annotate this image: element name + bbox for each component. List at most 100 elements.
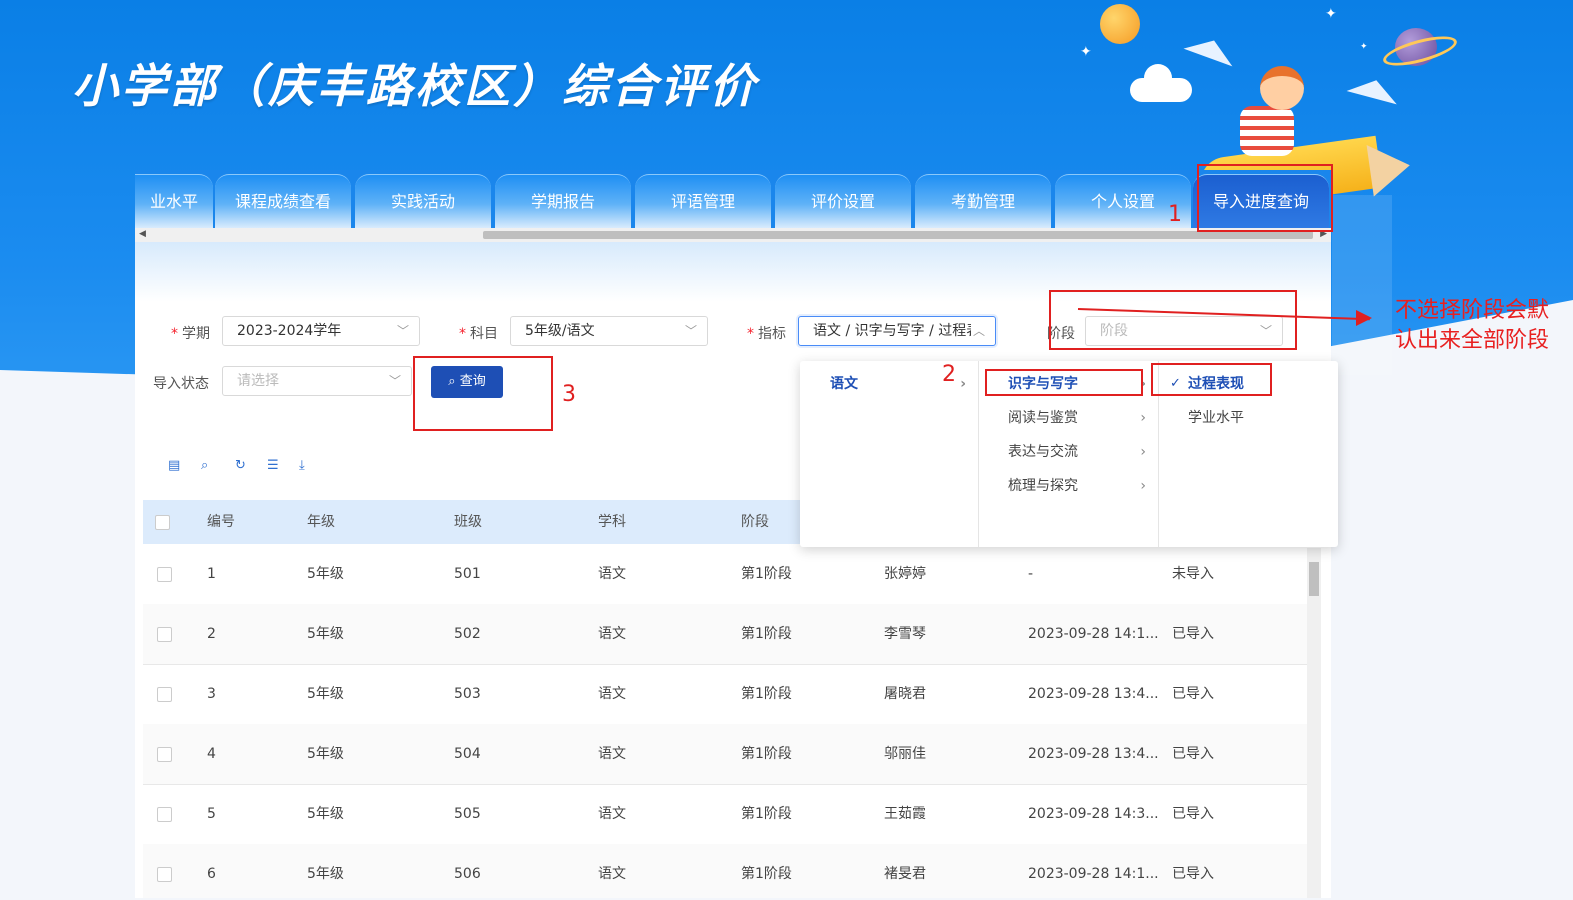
- cell-id: 4: [207, 746, 216, 762]
- filter-sliders-icon[interactable]: ☰: [267, 458, 279, 473]
- cell-grade: 5年级: [307, 686, 344, 702]
- tab-term-report[interactable]: 学期报告: [495, 174, 631, 228]
- row-checkbox[interactable]: [157, 867, 172, 882]
- term-label: * 学期: [171, 326, 210, 342]
- cell-stage: 第1阶段: [741, 626, 792, 642]
- scrollbar-thumb[interactable]: [483, 231, 1313, 239]
- cell-subject: 语文: [598, 626, 626, 642]
- cell-class: 506: [454, 866, 481, 882]
- chevron-right-icon: ›: [1140, 410, 1146, 426]
- tab-eval-settings[interactable]: 评价设置: [775, 174, 911, 228]
- cell-id: 1: [207, 566, 216, 582]
- th-class: 班级: [454, 514, 482, 530]
- cell-teacher: 王茹霞: [884, 806, 926, 822]
- cell-status: 已导入: [1172, 746, 1214, 762]
- cell-time: 2023-09-28 14:1...: [1028, 866, 1159, 882]
- annotation-number-1: 1: [1168, 202, 1182, 227]
- table-row[interactable]: 3 5年级 503 语文 第1阶段 屠晓君 2023-09-28 13:4...…: [143, 664, 1307, 725]
- row-checkbox[interactable]: [157, 747, 172, 762]
- cell-class: 503: [454, 686, 481, 702]
- cascader-option[interactable]: 梳理与探究 ›: [978, 469, 1158, 503]
- term-select[interactable]: 2023-2024学年 ﹀: [222, 316, 420, 346]
- scrollbar-thumb[interactable]: [1309, 562, 1319, 596]
- star-icon: ✦: [1325, 6, 1337, 22]
- cell-grade: 5年级: [307, 746, 344, 762]
- cell-status: 未导入: [1172, 566, 1214, 582]
- cell-time: 2023-09-28 14:3...: [1028, 806, 1159, 822]
- scroll-left-icon[interactable]: ◀: [139, 229, 146, 239]
- subject-select[interactable]: 5年级/语文 ﹀: [510, 316, 708, 346]
- import-status-select[interactable]: 请选择 ﹀: [222, 366, 412, 396]
- annotation-box-2: [985, 369, 1143, 396]
- cascader-option[interactable]: 学业水平: [1158, 401, 1338, 435]
- tab-bar: 业水平 课程成绩查看 实践活动 学期报告 评语管理 评价设置 考勤管理 个人设置…: [135, 170, 1331, 228]
- cell-teacher: 褚旻君: [884, 866, 926, 882]
- cell-status: 已导入: [1172, 806, 1214, 822]
- cascader-column-subject: 语文 ›: [800, 361, 979, 547]
- annotation-box-1: [1197, 164, 1333, 232]
- cascader-option[interactable]: 表达与交流 ›: [978, 435, 1158, 469]
- download-icon[interactable]: ⤓: [299, 458, 305, 473]
- indicator-select[interactable]: 语文 / 识字与写字 / 过程表 ︿: [798, 316, 996, 346]
- select-all-checkbox[interactable]: [155, 515, 170, 530]
- row-checkbox[interactable]: [157, 807, 172, 822]
- cell-time: 2023-09-28 13:4...: [1028, 686, 1159, 702]
- chevron-right-icon: ›: [1140, 478, 1146, 494]
- tab-comments[interactable]: 评语管理: [635, 174, 771, 228]
- cell-stage: 第1阶段: [741, 566, 792, 582]
- cascader-option[interactable]: 阅读与鉴赏 ›: [978, 401, 1158, 435]
- cell-class: 504: [454, 746, 481, 762]
- cell-status: 已导入: [1172, 866, 1214, 882]
- cell-grade: 5年级: [307, 866, 344, 882]
- tab-attendance[interactable]: 考勤管理: [915, 174, 1051, 228]
- tab-academic-level[interactable]: 业水平: [135, 174, 213, 228]
- cell-status: 已导入: [1172, 686, 1214, 702]
- table-row[interactable]: 5 5年级 505 语文 第1阶段 王茹霞 2023-09-28 14:3...…: [143, 784, 1307, 845]
- subject-label: * 科目: [459, 326, 498, 342]
- indicator-label: * 指标: [747, 326, 786, 342]
- annotation-box-check: [1151, 363, 1272, 396]
- table-row[interactable]: 1 5年级 501 语文 第1阶段 张婷婷 - 未导入: [143, 544, 1307, 605]
- table-row[interactable]: 2 5年级 502 语文 第1阶段 李雪琴 2023-09-28 14:1...…: [143, 604, 1307, 665]
- side-shade: [1332, 195, 1392, 375]
- star-icon: ✦: [1360, 42, 1368, 52]
- refresh-icon[interactable]: ↻: [235, 458, 246, 473]
- cell-id: 6: [207, 866, 216, 882]
- th-grade: 年级: [307, 514, 335, 530]
- cell-subject: 语文: [598, 746, 626, 762]
- cell-teacher: 张婷婷: [884, 566, 926, 582]
- cell-class: 501: [454, 566, 481, 582]
- column-settings-icon[interactable]: ▤: [168, 458, 180, 473]
- cell-grade: 5年级: [307, 806, 344, 822]
- table-row[interactable]: 4 5年级 504 语文 第1阶段 邬丽佳 2023-09-28 13:4...…: [143, 724, 1307, 785]
- cell-time: -: [1028, 566, 1034, 582]
- tab-course-scores[interactable]: 课程成绩查看: [215, 174, 351, 228]
- cell-stage: 第1阶段: [741, 746, 792, 762]
- chevron-down-icon: ﹀: [388, 374, 401, 388]
- cell-time: 2023-09-28 14:1...: [1028, 626, 1159, 642]
- annotation-number-3: 3: [562, 382, 576, 407]
- arrow-right-icon: [1356, 310, 1372, 326]
- cell-teacher: 李雪琴: [884, 626, 926, 642]
- cell-class: 502: [454, 626, 481, 642]
- tab-practice[interactable]: 实践活动: [355, 174, 491, 228]
- tab-scrollbar[interactable]: ◀ ▶: [135, 228, 1331, 242]
- row-checkbox[interactable]: [157, 687, 172, 702]
- table-scrollbar[interactable]: [1307, 548, 1321, 898]
- table-row[interactable]: 6 5年级 506 语文 第1阶段 褚旻君 2023-09-28 14:1...…: [143, 844, 1307, 898]
- annotation-box-3: [413, 356, 553, 431]
- row-checkbox[interactable]: [157, 627, 172, 642]
- kid-illustration: [1212, 66, 1322, 166]
- cell-subject: 语文: [598, 806, 626, 822]
- cell-subject: 语文: [598, 866, 626, 882]
- row-checkbox[interactable]: [157, 567, 172, 582]
- pencil-tip-illustration: [1366, 139, 1414, 197]
- search-icon[interactable]: ⌕: [201, 458, 208, 473]
- star-icon: ✦: [1080, 44, 1092, 60]
- planet-icon: [1100, 4, 1140, 44]
- cell-class: 505: [454, 806, 481, 822]
- annotation-note: 不选择阶段会默认出来全部阶段: [1395, 298, 1550, 353]
- cell-grade: 5年级: [307, 626, 344, 642]
- import-status-label: 导入状态: [153, 376, 209, 392]
- cell-id: 5: [207, 806, 216, 822]
